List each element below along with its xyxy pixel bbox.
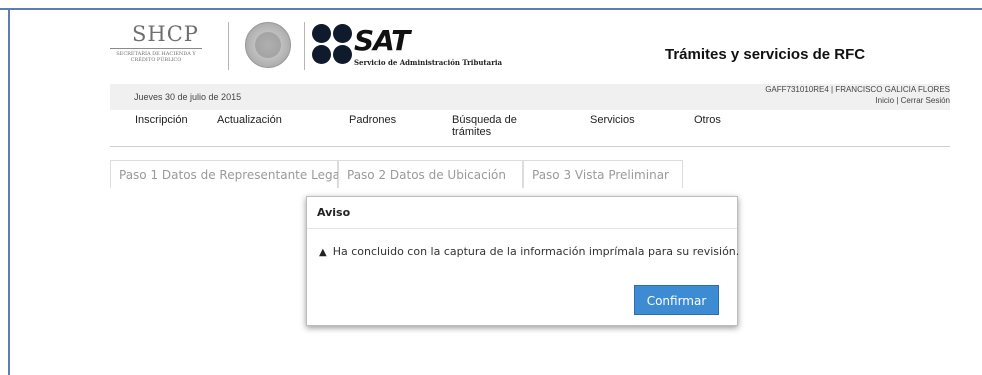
dialog-message-row: ▲ Ha concluido con la captura de la infor… xyxy=(319,245,739,258)
user-info: GAFF731010RE4 | FRANCISCO GALICIA FLORES xyxy=(765,85,950,94)
nav-item-servicios[interactable]: Servicios xyxy=(590,114,635,126)
tab-paso-3[interactable]: Paso 3 Vista Preliminar xyxy=(523,160,683,188)
site-title: Trámites y servicios de RFC xyxy=(665,46,866,63)
window-frame-top xyxy=(0,8,982,10)
current-date: Jueves 30 de julio de 2015 xyxy=(134,92,242,102)
window-frame-left xyxy=(8,8,10,375)
home-link[interactable]: Inicio xyxy=(875,96,894,105)
site-header: SHCP SECRETARÍA DE HACIENDA Y CRÉDITO PÚ… xyxy=(110,14,950,84)
nav-item-padrones[interactable]: Padrones xyxy=(349,114,396,126)
sat-logo-icon[interactable] xyxy=(312,24,352,64)
main-nav: Inscripción Actualización Padrones Búsqu… xyxy=(110,110,950,147)
shcp-logo[interactable]: SHCP SECRETARÍA DE HACIENDA Y CRÉDITO PÚ… xyxy=(110,20,220,76)
tab-paso-2[interactable]: Paso 2 Datos de Ubicación xyxy=(338,160,523,188)
notice-dialog: Aviso ▲ Ha concluido con la captura de la… xyxy=(306,196,739,326)
logo-divider xyxy=(228,22,229,70)
confirm-button[interactable]: Confirmar xyxy=(634,285,719,315)
user-bar: Jueves 30 de julio de 2015 GAFF731010RE4… xyxy=(110,84,950,110)
nav-item-busqueda-tramites[interactable]: Búsqueda de trámites xyxy=(452,114,517,138)
nav-item-actualizacion[interactable]: Actualización xyxy=(217,114,282,126)
dialog-title: Aviso xyxy=(317,206,351,219)
sat-subtitle: Servicio de Administración Tributaria xyxy=(354,58,503,67)
shcp-logo-rule xyxy=(110,48,202,49)
shcp-name: SHCP xyxy=(132,22,199,46)
tab-paso-1[interactable]: Paso 1 Datos de Representante Legal xyxy=(110,160,343,188)
sat-wordmark: SAT xyxy=(354,24,410,57)
nav-item-otros[interactable]: Otros xyxy=(694,114,721,126)
session-links: Inicio | Cerrar Sesión xyxy=(875,96,950,105)
mexico-seal-icon xyxy=(245,22,291,68)
nav-item-inscripcion[interactable]: Inscripción xyxy=(135,114,188,126)
warning-triangle-icon: ▲ xyxy=(319,247,327,258)
dialog-header: Aviso xyxy=(307,197,737,229)
logout-link[interactable]: Cerrar Sesión xyxy=(901,96,950,105)
dialog-message: Ha concluido con la captura de la inform… xyxy=(332,245,740,258)
shcp-subtitle: SECRETARÍA DE HACIENDA Y CRÉDITO PÚBLICO xyxy=(116,51,196,63)
logo-divider xyxy=(304,22,305,70)
